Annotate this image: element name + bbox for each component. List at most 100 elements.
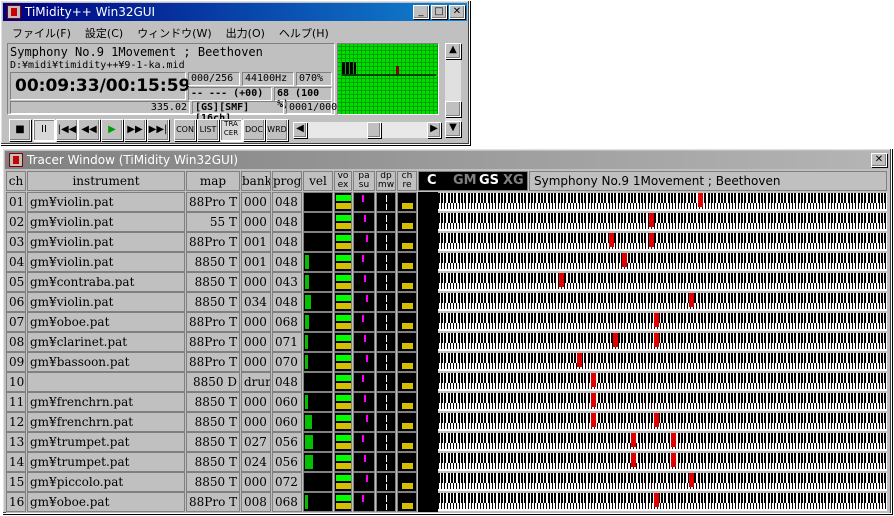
song-title: Symphony No.9 1Movement ; Beethoven bbox=[10, 45, 263, 59]
modwheel-indicator bbox=[386, 224, 387, 230]
mode-xg[interactable]: XG bbox=[503, 172, 524, 190]
tracer-spacer bbox=[418, 372, 438, 392]
depth-indicator bbox=[386, 315, 387, 322]
volume-expression-meter bbox=[334, 452, 352, 472]
slider-right-icon[interactable]: ▶ bbox=[427, 122, 441, 138]
menu-help[interactable]: ヘルプ(H) bbox=[272, 23, 336, 41]
velocity-meter bbox=[303, 252, 333, 272]
reverb-bar bbox=[402, 503, 413, 509]
voices: 000/256 bbox=[188, 72, 240, 86]
velocity-bar bbox=[305, 315, 309, 329]
menu-output[interactable]: 出力(O) bbox=[219, 23, 272, 41]
slider-thumb[interactable] bbox=[367, 122, 381, 138]
bank-number: 008 bbox=[241, 492, 271, 512]
volume-expression-meter bbox=[334, 392, 352, 412]
velocity-meter bbox=[303, 272, 333, 292]
active-note bbox=[698, 193, 703, 207]
volume-expression-meter bbox=[334, 252, 352, 272]
instrument-name: gm¥clarinet.pat bbox=[27, 332, 185, 352]
piano-white-keys bbox=[438, 463, 887, 469]
mode-gs[interactable]: GS bbox=[479, 172, 499, 190]
amp: 070% bbox=[296, 72, 332, 86]
channel-number: 06 bbox=[6, 292, 26, 312]
map-name: 55 T bbox=[186, 212, 240, 232]
slider-left-icon[interactable]: ◀ bbox=[293, 122, 307, 138]
close-icon[interactable]: ✕ bbox=[449, 5, 465, 19]
scroll-down-icon[interactable]: ▼ bbox=[445, 121, 461, 137]
piano-keyboard bbox=[438, 193, 887, 211]
tracer-button[interactable]: TRA CER bbox=[220, 119, 242, 141]
doc-button[interactable]: DOC bbox=[243, 119, 265, 141]
scroll-thumb[interactable] bbox=[445, 101, 461, 117]
map-name: 88Pro T bbox=[186, 192, 240, 212]
volume-expression-meter bbox=[334, 332, 352, 352]
mode-flags: [GS][SMF][16ch] bbox=[192, 101, 284, 124]
pan-indicator bbox=[366, 475, 368, 482]
map-name: 8850 T bbox=[186, 472, 240, 492]
tracer-app-icon bbox=[9, 153, 23, 167]
list-button[interactable]: LIST bbox=[197, 119, 219, 141]
velocity-meter bbox=[303, 212, 333, 232]
depth-indicator bbox=[386, 375, 387, 382]
bank-number: 000 bbox=[241, 192, 271, 212]
tracer-spacer bbox=[418, 272, 438, 292]
stop-button[interactable]: ■ bbox=[9, 119, 31, 141]
expression-bar bbox=[336, 483, 351, 489]
tracer-song-title: Symphony No.9 1Movement ; Beethoven bbox=[529, 171, 887, 191]
map-name: 8850 T bbox=[186, 452, 240, 472]
menu-window[interactable]: ウィンドウ(W) bbox=[130, 23, 218, 41]
play-button[interactable]: ▶ bbox=[101, 119, 123, 141]
channel-number: 11 bbox=[6, 392, 26, 412]
volume-bar bbox=[336, 195, 351, 201]
piano-keyboard bbox=[438, 413, 887, 431]
menu-file[interactable]: ファイル(F) bbox=[5, 23, 78, 41]
last-button[interactable]: ▶▶| bbox=[147, 119, 169, 141]
piano-white-keys bbox=[438, 383, 887, 389]
chorus-reverb-meter bbox=[397, 492, 417, 512]
volume-bar bbox=[336, 315, 351, 321]
modwheel-indicator bbox=[386, 464, 387, 470]
active-note bbox=[591, 413, 596, 427]
position-slider[interactable]: ◀ ▶ bbox=[293, 122, 441, 138]
mode-c[interactable]: C bbox=[427, 172, 437, 190]
depth-indicator bbox=[386, 395, 387, 402]
program-number: 068 bbox=[272, 492, 302, 512]
channel-number: 10 bbox=[6, 372, 26, 392]
pan-indicator bbox=[362, 315, 364, 322]
depth-modwheel-meter bbox=[376, 292, 396, 312]
volume-expression-meter bbox=[334, 352, 352, 372]
active-note bbox=[577, 353, 582, 367]
ffwd-button[interactable]: ▶▶ bbox=[124, 119, 146, 141]
menu-settings[interactable]: 設定(C) bbox=[78, 23, 130, 41]
tracer-close-icon[interactable]: ✕ bbox=[871, 153, 887, 167]
volume-scrollbar[interactable]: ▲ ▼ bbox=[445, 43, 461, 137]
volume-bar bbox=[336, 395, 351, 401]
main-titlebar[interactable]: TiMidity++ Win32GUI _ □ ✕ bbox=[3, 3, 467, 21]
header-map: map bbox=[186, 171, 240, 191]
volume-bar bbox=[336, 275, 351, 281]
velocity-meter bbox=[303, 472, 333, 492]
volume-bar bbox=[336, 335, 351, 341]
velocity-bar bbox=[305, 395, 308, 409]
tracer-titlebar[interactable]: Tracer Window (TiMidity Win32GUI) ✕ bbox=[5, 151, 889, 169]
pause-button[interactable]: II bbox=[33, 119, 55, 141]
tracer-spacer bbox=[418, 192, 438, 212]
minimize-icon[interactable]: _ bbox=[413, 5, 429, 19]
info-panel: Symphony No.9 1Movement ; Beethoven D:¥m… bbox=[7, 43, 343, 124]
scroll-up-icon[interactable]: ▲ bbox=[445, 43, 461, 59]
velocity-meter bbox=[303, 192, 333, 212]
first-button[interactable]: |◀◀ bbox=[56, 119, 78, 141]
tracer-spacer bbox=[418, 352, 438, 372]
velocity-bar bbox=[305, 295, 311, 309]
wrd-button[interactable]: WRD bbox=[266, 119, 288, 141]
program-number: 070 bbox=[272, 352, 302, 372]
mode-gm[interactable]: GM bbox=[453, 172, 477, 190]
program-number: 056 bbox=[272, 452, 302, 472]
depth-modwheel-meter bbox=[376, 492, 396, 512]
maximize-icon[interactable]: □ bbox=[431, 5, 447, 19]
channel-number: 09 bbox=[6, 352, 26, 372]
con-button[interactable]: CON bbox=[174, 119, 196, 141]
rewind-button[interactable]: ◀◀ bbox=[78, 119, 100, 141]
pan-indicator bbox=[364, 455, 366, 462]
tracer-spacer bbox=[418, 452, 438, 472]
